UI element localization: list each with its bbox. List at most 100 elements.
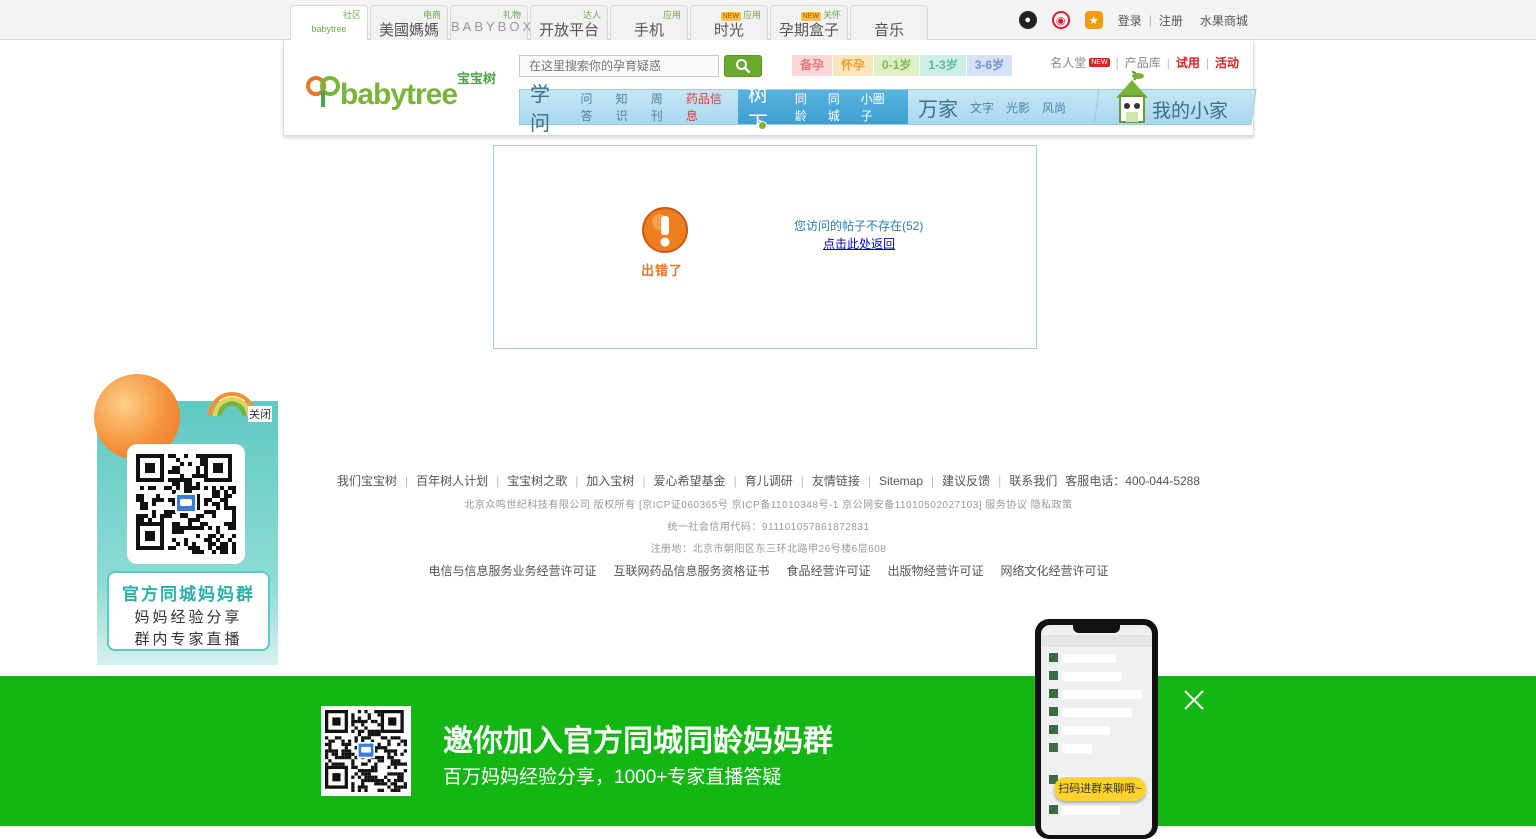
footer-link[interactable]: 爱心希望基金 xyxy=(654,472,726,489)
new-badge: NEW xyxy=(1089,58,1110,67)
tab-pregnancy-box[interactable]: NEW 关怀 孕期盒子 xyxy=(770,5,848,40)
banner-subtitle: 百万妈妈经验分享，1000+专家直播答疑 xyxy=(443,767,782,788)
tab-shiguang[interactable]: NEW 应用 时光 xyxy=(690,5,768,40)
ad-caption: 官方同城妈妈群 妈妈经验分享 群内专家直播 xyxy=(107,571,270,651)
nav-item-qa[interactable]: 问答 xyxy=(580,90,603,124)
permit-link[interactable]: 食品经营许可证 xyxy=(786,562,870,579)
my-home-label[interactable]: 我的小家 xyxy=(1152,96,1228,123)
tab-label: babytree xyxy=(311,24,347,34)
phone-notch xyxy=(1073,625,1120,633)
tab-label: 音乐 xyxy=(873,22,904,39)
logo-cn-text: 宝宝树 xyxy=(456,71,496,86)
nav-item-weekly[interactable]: 周刊 xyxy=(651,90,674,124)
chat-message xyxy=(1049,653,1145,667)
search-button[interactable] xyxy=(724,55,762,77)
product-library-link[interactable]: 产品库 xyxy=(1125,54,1161,71)
ad-title: 官方同城妈妈群 xyxy=(122,585,255,604)
footer-link[interactable]: 百年树人计划 xyxy=(416,472,488,489)
register-link[interactable]: 注册 xyxy=(1159,12,1183,29)
permit-link[interactable]: 网络文化经营许可证 xyxy=(1001,562,1109,579)
divider: | xyxy=(496,473,500,488)
nav-item-fashion[interactable]: 风尚 xyxy=(1042,99,1066,116)
floating-qr-ad: 关闭 官方同城妈妈群 妈妈经验分享 群内专家直播 xyxy=(88,370,280,670)
banner-qr xyxy=(321,706,411,796)
divider: | xyxy=(931,473,935,488)
weibo-icon[interactable]: ◉ xyxy=(1051,11,1070,29)
footer-link[interactable]: 我们宝宝树 xyxy=(337,472,397,489)
footer-link[interactable]: 育儿调研 xyxy=(745,472,793,489)
nav-item-small-circle[interactable]: 小圈子 xyxy=(861,90,892,124)
nav-item-same-city[interactable]: 同城 xyxy=(828,90,849,124)
nav-title-xuewen[interactable]: 学问 xyxy=(530,78,568,136)
divider: | xyxy=(642,473,646,488)
top-bar: 社区 babytree 电商 美國媽媽 礼物 BABYBOX 达人 开放平台 应… xyxy=(0,0,1536,41)
site-header: 宝宝树 babytree 备孕 怀孕 0-1岁 1-3岁 3-6岁 名人堂 NE… xyxy=(283,40,1257,136)
babytree-logo[interactable]: 宝宝树 babytree xyxy=(306,68,496,113)
tab-babytree-community[interactable]: 社区 babytree xyxy=(290,5,368,41)
renren-icon[interactable]: ★ xyxy=(1084,11,1103,29)
stage-pregnancy[interactable]: 怀孕 xyxy=(833,55,874,76)
tab-music[interactable]: 音乐 xyxy=(850,5,928,40)
search-icon xyxy=(736,59,751,74)
nav-item-photos[interactable]: 光影 xyxy=(1006,99,1030,116)
ad-close-button[interactable]: 关闭 xyxy=(248,406,272,422)
qq-icon[interactable]: ● xyxy=(1018,11,1037,29)
back-link[interactable]: 点击此处返回 xyxy=(823,235,895,252)
nav-group-shuxia: 树下 同龄 同城 小圈子 xyxy=(738,84,908,135)
chat-message xyxy=(1049,743,1145,757)
nav-group-wanjia: 万家 文字 光影 风尚 xyxy=(908,90,1072,124)
chat-message xyxy=(1049,725,1145,739)
footer-links: 我们宝宝树 | 百年树人计划 | 宝宝树之歌 | 加入宝树 | 爱心希望基金 | 育儿调研… xyxy=(283,472,1254,489)
tab-babybox[interactable]: 礼物 BABYBOX xyxy=(450,5,531,40)
divider: | xyxy=(733,473,737,488)
close-icon[interactable] xyxy=(1183,689,1205,711)
stage-0-1[interactable]: 0-1岁 xyxy=(874,55,920,76)
stage-1-3[interactable]: 1-3岁 xyxy=(920,55,966,76)
tab-label: 孕期盒子 xyxy=(778,22,839,39)
main-nav: 学问 问答 知识 周刊 药品信息 树下 同龄 同城 小圈子 万家 文字 光影 风… xyxy=(519,84,1099,135)
events-link[interactable]: 活动 xyxy=(1215,54,1239,71)
tree-house-icon xyxy=(1116,71,1148,123)
phone-mockup xyxy=(1035,619,1158,839)
fruit-mall-link[interactable]: 水果商城 xyxy=(1200,12,1248,29)
top-right-links: ● ◉ ★ 登录 | 注册 | 水果商城 xyxy=(1018,0,1248,40)
footer-link[interactable]: Sitemap xyxy=(879,474,923,488)
footer-link[interactable]: 宝宝树之歌 xyxy=(507,472,567,489)
stage-pre-pregnancy[interactable]: 备孕 xyxy=(792,55,833,76)
tab-mobile[interactable]: 应用 手机 xyxy=(610,5,688,40)
permit-link[interactable]: 出版物经营许可证 xyxy=(888,562,984,579)
chat-message xyxy=(1049,707,1145,721)
permit-link[interactable]: 互联网药品信息服务资格证书 xyxy=(613,562,769,579)
trial-link[interactable]: 试用 xyxy=(1176,54,1200,71)
footer-link[interactable]: 建议反馈 xyxy=(942,472,990,489)
bottom-banner: 邀你加入官方同城同龄妈妈群 百万妈妈经验分享，1000+专家直播答疑 xyxy=(0,676,1536,826)
tab-label: 开放平台 xyxy=(538,22,599,39)
footer-link[interactable]: 联系我们 xyxy=(1009,472,1057,489)
divider: | xyxy=(1190,13,1193,27)
footer-link[interactable]: 友情链接 xyxy=(812,472,860,489)
tab-open-platform[interactable]: 达人 开放平台 xyxy=(530,5,608,40)
stage-3-6[interactable]: 3-6岁 xyxy=(966,55,1013,76)
hall-of-fame-link[interactable]: 名人堂 xyxy=(1050,54,1086,71)
footer-link[interactable]: 加入宝树 xyxy=(586,472,634,489)
divider: | xyxy=(800,473,804,488)
tab-sup: 社区 xyxy=(342,10,361,20)
permit-link[interactable]: 电信与信息服务业务经营许可证 xyxy=(428,562,596,579)
nav-item-same-age[interactable]: 同龄 xyxy=(795,90,816,124)
chat-message xyxy=(1049,671,1145,685)
search-input[interactable] xyxy=(519,55,719,77)
nav-item-text[interactable]: 文字 xyxy=(970,99,994,116)
error-message: 您访问的帖子不存在(52) xyxy=(794,219,924,233)
ad-qr-card xyxy=(127,444,245,564)
nav-active-dot xyxy=(758,121,767,130)
footer-address: 注册地：北京市朝阳区东三环北路甲26号楼6层608 xyxy=(650,544,887,555)
qr-code-icon xyxy=(325,710,407,792)
banner-title: 邀你加入官方同城同龄妈妈群 xyxy=(443,725,833,758)
nav-item-drug-info[interactable]: 药品信息 xyxy=(686,90,732,124)
nav-item-knowledge[interactable]: 知识 xyxy=(616,90,639,124)
nav-title-wanjia[interactable]: 万家 xyxy=(918,93,958,122)
nav-group-xuewen: 学问 问答 知识 周刊 药品信息 xyxy=(520,84,738,135)
login-link[interactable]: 登录 xyxy=(1118,12,1142,29)
tab-meiguo-mama[interactable]: 电商 美國媽媽 xyxy=(370,5,448,40)
error-panel: 出错了 您访问的帖子不存在(52) 点击此处返回 xyxy=(493,145,1037,349)
